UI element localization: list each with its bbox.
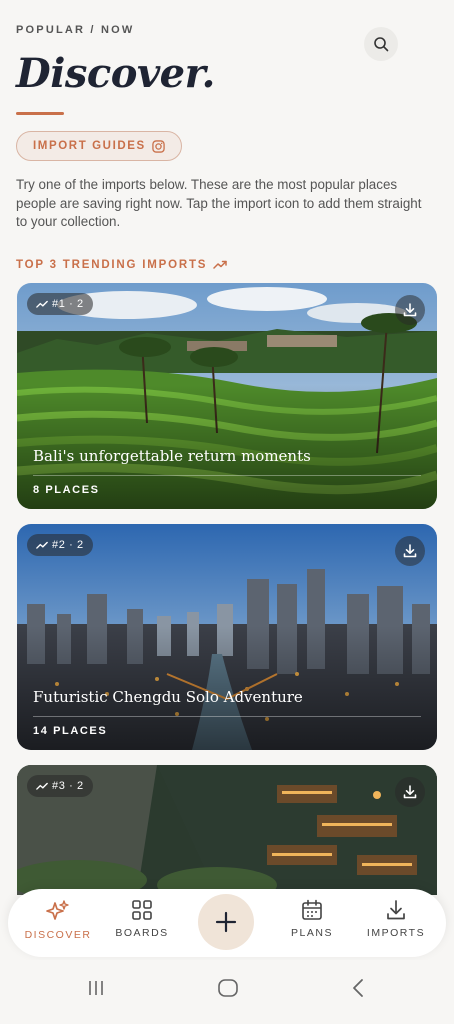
search-button[interactable] [364, 27, 398, 61]
trending-up-icon [36, 541, 48, 549]
rank-label: #3 · 2 [52, 780, 84, 792]
title-underline [16, 112, 64, 115]
grid-icon [132, 900, 152, 920]
tab-boards-label: BOARDS [115, 927, 169, 939]
trending-card-2[interactable]: #2 · 2 Futuristic Chengdu Solo Adventure… [17, 524, 437, 750]
home-icon[interactable] [217, 978, 239, 998]
import-guides-label: IMPORT GUIDES [33, 140, 146, 152]
intro-text: Try one of the imports below. These are … [16, 177, 422, 229]
import-download-button[interactable] [395, 295, 425, 325]
trending-heading: TOP 3 TRENDING IMPORTS [16, 259, 228, 271]
rank-badge: #2 · 2 [27, 534, 93, 556]
trending-card-3[interactable]: #3 · 2 [17, 765, 437, 895]
tab-plans-label: PLANS [291, 927, 333, 939]
back-icon[interactable] [350, 978, 366, 998]
rank-badge: #1 · 2 [27, 293, 93, 315]
tab-discover-label: DISCOVER [24, 929, 92, 941]
page-title: Discover. [16, 50, 215, 97]
search-icon [374, 37, 389, 52]
card-title: Bali's unforgettable return moments [33, 447, 311, 465]
import-download-button[interactable] [395, 536, 425, 566]
card-title: Futuristic Chengdu Solo Adventure [33, 688, 303, 706]
tab-imports[interactable]: IMPORTS [356, 899, 436, 939]
download-icon [403, 785, 417, 799]
rank-label: #1 · 2 [52, 298, 84, 310]
plus-icon [215, 911, 237, 933]
tab-discover[interactable]: DISCOVER [18, 899, 98, 941]
import-download-button[interactable] [395, 777, 425, 807]
card-divider [33, 475, 421, 476]
recent-apps-icon[interactable] [86, 978, 106, 998]
bottom-tab-bar: DISCOVER BOARDS PLANS IMPORTS [8, 889, 446, 957]
sparkle-icon [46, 900, 69, 920]
rank-badge: #3 · 2 [27, 775, 93, 797]
add-button[interactable] [198, 894, 254, 950]
places-count: 8 PLACES [33, 484, 100, 496]
tab-boards[interactable]: BOARDS [102, 899, 182, 939]
eyebrow-label: POPULAR / NOW [16, 24, 135, 36]
calendar-icon [302, 899, 322, 920]
rank-label: #2 · 2 [52, 539, 84, 551]
tab-imports-label: IMPORTS [366, 927, 426, 939]
import-guides-button[interactable]: IMPORT GUIDES [16, 131, 182, 161]
tab-plans[interactable]: PLANS [272, 899, 352, 939]
places-count: 14 PLACES [33, 725, 108, 737]
trending-heading-label: TOP 3 TRENDING IMPORTS [16, 259, 208, 271]
download-icon [403, 303, 417, 317]
download-icon [403, 544, 417, 558]
download-icon [387, 900, 405, 920]
instagram-icon [152, 139, 165, 153]
system-navigation-bar [0, 960, 454, 1024]
trending-up-icon [36, 782, 48, 790]
trending-up-icon [36, 300, 48, 308]
trending-up-icon [213, 260, 228, 269]
trending-card-1[interactable]: #1 · 2 Bali's unforgettable return momen… [17, 283, 437, 509]
card-divider [33, 716, 421, 717]
